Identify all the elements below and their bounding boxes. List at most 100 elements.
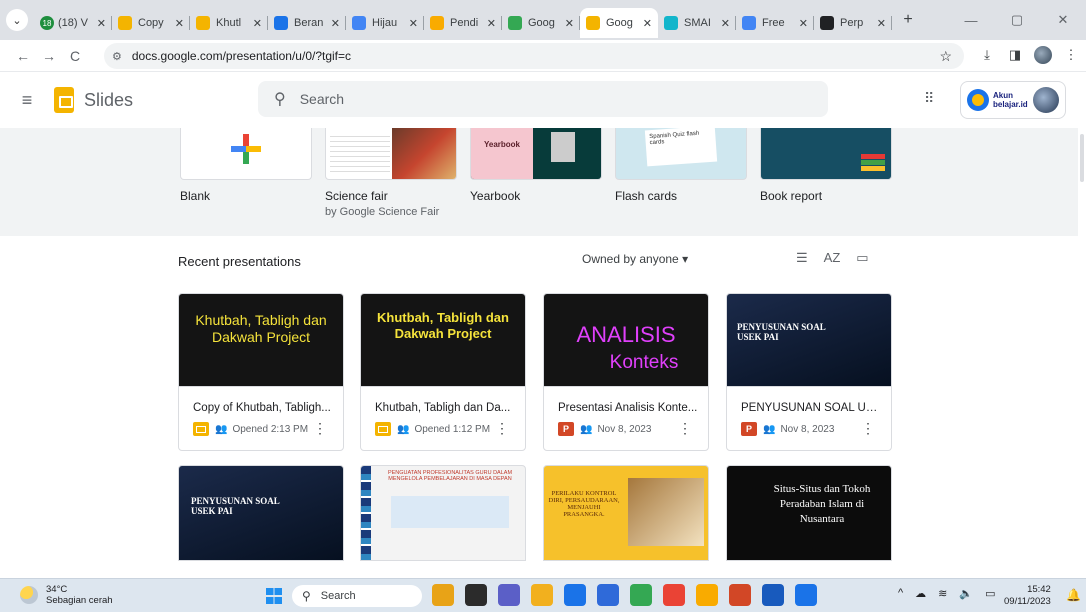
page-scrollbar[interactable] — [1078, 128, 1086, 578]
taskbar-search[interactable]: ⚲ Search — [292, 585, 422, 607]
tab-title[interactable]: Free — [762, 17, 797, 29]
presentation-card[interactable]: Khutbah, Tabligh dan Dakwah Project Khut… — [360, 293, 526, 451]
windows-start-icon[interactable] — [266, 588, 282, 604]
tab-title[interactable]: Beran — [294, 17, 329, 29]
tab-close-icon[interactable]: ✕ — [643, 17, 652, 30]
tab-close-icon[interactable]: ✕ — [175, 17, 184, 30]
presentation-card[interactable]: Situs-Situs dan Tokoh Peradaban Islam di… — [726, 465, 892, 561]
new-tab-button[interactable]: + — [898, 11, 918, 29]
template-thumbnail[interactable] — [180, 128, 312, 180]
taskbar-app-icon[interactable] — [795, 584, 817, 606]
browser-tab[interactable]: Perp ✕ — [814, 8, 892, 38]
browser-tab[interactable]: Pendi ✕ — [424, 8, 502, 38]
owner-filter-label[interactable]: Owned by anyone — [582, 252, 679, 266]
tray-icon[interactable]: ▭ — [985, 587, 995, 600]
browser-tab[interactable]: Free ✕ — [736, 8, 814, 38]
slides-logo-icon[interactable] — [54, 87, 74, 113]
main-menu-icon[interactable]: ≡ — [0, 90, 54, 111]
tab-close-icon[interactable]: ✕ — [409, 17, 418, 30]
tab-title[interactable]: Perp — [840, 17, 875, 29]
presentation-card[interactable]: ANALISIS Konteks Presentasi Analisis Kon… — [543, 293, 709, 451]
tab-title[interactable]: Pendi — [450, 17, 485, 29]
browser-tab[interactable]: Goog ✕ — [502, 8, 580, 38]
weather-widget[interactable]: 34°C Sebagian cerah — [20, 584, 113, 606]
presentation-thumbnail[interactable]: Khutbah, Tabligh dan Dakwah Project — [179, 294, 343, 387]
browser-tab[interactable]: Copy ✕ — [112, 8, 190, 38]
url-text[interactable]: docs.google.com/presentation/u/0/?tgif=c — [132, 49, 351, 63]
search-placeholder[interactable]: Search — [300, 91, 344, 107]
tray-icon[interactable]: ≋ — [938, 587, 947, 600]
tab-title[interactable]: Copy — [138, 17, 173, 29]
bookmark-star-icon[interactable]: ☆ — [939, 48, 952, 65]
presentation-name[interactable]: Khutbah, Tabligh dan Da... — [375, 402, 515, 414]
browser-menu-icon[interactable]: ⋮ — [1062, 47, 1080, 63]
side-panel-icon[interactable]: ◨ — [1006, 47, 1024, 63]
list-view-icon[interactable]: ☰ — [796, 250, 808, 266]
taskbar-app-icon[interactable] — [663, 584, 685, 606]
address-bar[interactable]: ⚙ docs.google.com/presentation/u/0/?tgif… — [104, 43, 964, 69]
tab-close-icon[interactable]: ✕ — [565, 17, 574, 30]
forward-button[interactable]: → — [36, 48, 62, 64]
tab-close-icon[interactable]: ✕ — [253, 17, 262, 30]
restore-button[interactable]: ▢ — [994, 12, 1040, 28]
tab-close-icon[interactable]: ✕ — [331, 17, 340, 30]
template-book-report[interactable]: Book report — [760, 128, 892, 203]
taskbar-app-icon[interactable] — [432, 584, 454, 606]
taskbar-app-icon[interactable] — [696, 584, 718, 606]
tab-title[interactable]: Goog — [606, 17, 641, 29]
minimize-button[interactable]: — — [948, 13, 994, 28]
tab-close-icon[interactable]: ✕ — [721, 17, 730, 30]
template-flash-cards[interactable]: Spanish Quiz flash cards Flash cards — [615, 128, 747, 203]
tab-title[interactable]: (18) V — [58, 17, 95, 29]
template-thumbnail[interactable]: Yearbook — [470, 128, 602, 180]
account-switcher[interactable]: Akun belajar.id — [960, 81, 1066, 119]
more-options-icon[interactable]: ⋮ — [861, 420, 875, 437]
presentation-card[interactable]: PENYUSUNAN SOAL USEK PAI PENYUSUNAN SOAL… — [726, 293, 892, 451]
presentation-card[interactable]: PENYUSUNAN SOAL USEK PAI — [178, 465, 344, 561]
back-button[interactable]: ← — [10, 48, 36, 64]
notification-icon[interactable]: 🔔 — [1066, 588, 1081, 602]
google-apps-icon[interactable]: ⠿ — [924, 90, 934, 107]
close-window-button[interactable]: ✕ — [1040, 12, 1086, 28]
template-science-fair[interactable]: Science fair by Google Science Fair — [325, 128, 457, 218]
browser-tab[interactable]: Beran ✕ — [268, 8, 346, 38]
tab-title[interactable]: Khutl — [216, 17, 251, 29]
more-options-icon[interactable]: ⋮ — [313, 420, 327, 437]
avatar[interactable] — [1033, 87, 1059, 113]
site-info-icon[interactable]: ⚙ — [112, 50, 122, 63]
presentation-card[interactable]: Khutbah, Tabligh dan Dakwah Project Copy… — [178, 293, 344, 451]
tab-close-icon[interactable]: ✕ — [97, 17, 106, 30]
scrollbar-thumb[interactable] — [1080, 134, 1084, 182]
presentation-card[interactable]: PENGUATAN PROFESIONALITAS GURU DALAM MEN… — [360, 465, 526, 561]
browser-tab[interactable]: Goog ✕ — [580, 8, 658, 38]
presentation-name[interactable]: Presentasi Analisis Konte... — [558, 402, 698, 414]
presentation-name[interactable]: Copy of Khutbah, Tabligh... — [193, 402, 333, 414]
tab-close-icon[interactable]: ✕ — [877, 17, 886, 30]
tray-icon[interactable]: ☁ — [915, 587, 926, 600]
template-yearbook[interactable]: Yearbook Yearbook — [470, 128, 602, 203]
template-thumbnail[interactable] — [325, 128, 457, 180]
taskbar-app-icon[interactable] — [564, 584, 586, 606]
sort-icon[interactable]: AZ — [824, 250, 841, 266]
browser-profile-avatar[interactable] — [1034, 46, 1052, 64]
template-thumbnail[interactable]: Spanish Quiz flash cards — [615, 128, 747, 180]
download-icon[interactable]: ⤓ — [978, 47, 996, 63]
presentation-thumbnail[interactable]: ANALISIS Konteks — [544, 294, 708, 387]
folder-picker-icon[interactable]: ▭ — [856, 250, 868, 266]
clock[interactable]: 15:42 09/11/2023 — [1004, 584, 1051, 608]
more-options-icon[interactable]: ⋮ — [678, 420, 692, 437]
taskbar-app-icon[interactable] — [498, 584, 520, 606]
browser-tab[interactable]: Hijau ✕ — [346, 8, 424, 38]
reload-button[interactable]: C — [62, 48, 88, 64]
tray-icon[interactable]: ^ — [898, 587, 903, 600]
chevron-down-icon[interactable]: ▾ — [682, 252, 688, 266]
app-name[interactable]: Slides — [84, 90, 133, 111]
presentation-thumbnail[interactable]: PENYUSUNAN SOAL USEK PAI — [727, 294, 891, 387]
taskbar-app-icon[interactable] — [729, 584, 751, 606]
presentation-card[interactable]: PERILAKU KONTROL DIRI, PERSAUDARAAN, MEN… — [543, 465, 709, 561]
tab-close-icon[interactable]: ✕ — [799, 17, 808, 30]
tab-title[interactable]: Goog — [528, 17, 563, 29]
browser-tab[interactable]: 18 (18) V ✕ — [34, 8, 112, 38]
taskbar-app-icon[interactable] — [762, 584, 784, 606]
taskbar-app-icon[interactable] — [630, 584, 652, 606]
